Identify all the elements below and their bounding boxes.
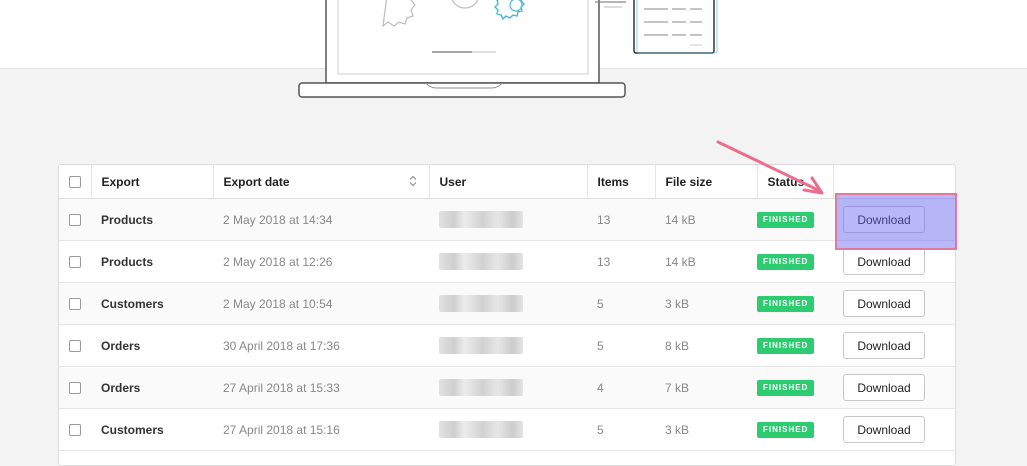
row-checkbox[interactable] bbox=[69, 256, 81, 269]
row-checkbox[interactable] bbox=[69, 298, 81, 311]
export-date: 2 May 2018 at 10:54 bbox=[213, 282, 429, 325]
file-size: 3 kB bbox=[655, 282, 757, 325]
file-size: 14 kB bbox=[655, 198, 757, 241]
header-items[interactable]: Items bbox=[586, 165, 655, 199]
status-badge: FINISHED bbox=[757, 254, 815, 270]
item-count: 13 bbox=[587, 198, 655, 241]
table-row: Products 2 May 2018 at 12:26 13 14 kB FI… bbox=[59, 240, 955, 283]
table-header-row: Export Export date User Items File size … bbox=[59, 165, 955, 199]
status-badge: FINISHED bbox=[757, 380, 815, 396]
header-file-size-label: File size bbox=[665, 174, 713, 189]
header-actions bbox=[832, 165, 955, 199]
user-avatar-blurred bbox=[439, 421, 523, 438]
item-count: 5 bbox=[587, 408, 655, 451]
sort-updown-icon[interactable] bbox=[409, 175, 417, 187]
status-badge: FINISHED bbox=[757, 422, 815, 438]
item-count: 13 bbox=[587, 240, 655, 283]
table-row: Orders 30 April 2018 at 17:36 5 8 kB FIN… bbox=[59, 324, 955, 367]
item-count: 4 bbox=[587, 366, 655, 409]
user-avatar-blurred bbox=[439, 379, 523, 396]
status-badge: FINISHED bbox=[757, 338, 815, 354]
export-name: Customers bbox=[91, 408, 213, 451]
header-user-label: User bbox=[439, 174, 467, 189]
header-items-label: Items bbox=[597, 174, 629, 189]
header-export[interactable]: Export bbox=[90, 165, 213, 199]
header-status[interactable]: Status bbox=[756, 165, 833, 199]
header-user[interactable]: User bbox=[428, 165, 587, 199]
laptop-gears-illustration bbox=[298, 0, 718, 98]
header-export-date[interactable]: Export date bbox=[212, 165, 429, 199]
header-export-date-label: Export date bbox=[223, 174, 290, 189]
header-export-label: Export bbox=[101, 174, 140, 189]
download-button[interactable]: Download bbox=[843, 332, 925, 359]
download-button[interactable]: Download bbox=[843, 248, 925, 275]
download-button[interactable]: Download bbox=[843, 206, 925, 233]
header-file-size[interactable]: File size bbox=[654, 165, 757, 199]
export-name: Customers bbox=[91, 282, 213, 325]
export-name: Products bbox=[91, 240, 213, 283]
row-checkbox[interactable] bbox=[69, 424, 81, 437]
table-row: Products 2 May 2018 at 14:34 13 14 kB FI… bbox=[59, 198, 955, 241]
file-size: 7 kB bbox=[655, 366, 757, 409]
user-avatar-blurred bbox=[439, 211, 523, 228]
table-row: Orders 27 April 2018 at 15:33 4 7 kB FIN… bbox=[59, 366, 955, 409]
user-avatar-blurred bbox=[439, 337, 523, 354]
file-size: 14 kB bbox=[655, 240, 757, 283]
export-date: 27 April 2018 at 15:33 bbox=[213, 366, 429, 409]
file-size: 8 kB bbox=[655, 324, 757, 367]
export-name: Orders bbox=[91, 366, 213, 409]
select-all-checkbox[interactable] bbox=[69, 176, 81, 189]
table-row: Customers 27 April 2018 at 15:16 5 3 kB … bbox=[59, 408, 955, 451]
row-checkbox[interactable] bbox=[69, 214, 81, 227]
row-checkbox[interactable] bbox=[69, 382, 81, 395]
status-badge: FINISHED bbox=[757, 296, 815, 312]
select-all-cell bbox=[59, 165, 91, 199]
exports-table: Export Export date User Items File size … bbox=[58, 164, 956, 466]
item-count: 5 bbox=[587, 282, 655, 325]
download-button[interactable]: Download bbox=[843, 290, 925, 317]
download-button[interactable]: Download bbox=[843, 374, 925, 401]
export-date: 27 April 2018 at 15:16 bbox=[213, 408, 429, 451]
status-badge: FINISHED bbox=[757, 212, 815, 228]
item-count: 5 bbox=[587, 324, 655, 367]
download-button[interactable]: Download bbox=[843, 416, 925, 443]
user-avatar-blurred bbox=[439, 253, 523, 270]
row-checkbox[interactable] bbox=[69, 340, 81, 353]
export-date: 30 April 2018 at 17:36 bbox=[213, 324, 429, 367]
file-size: 3 kB bbox=[655, 408, 757, 451]
user-avatar-blurred bbox=[439, 295, 523, 312]
export-name: Products bbox=[91, 198, 213, 241]
export-name: Orders bbox=[91, 324, 213, 367]
table-row: Customers 2 May 2018 at 10:54 5 3 kB FIN… bbox=[59, 282, 955, 325]
export-date: 2 May 2018 at 14:34 bbox=[213, 198, 429, 241]
header-status-label: Status bbox=[767, 174, 805, 189]
export-date: 2 May 2018 at 12:26 bbox=[213, 240, 429, 283]
